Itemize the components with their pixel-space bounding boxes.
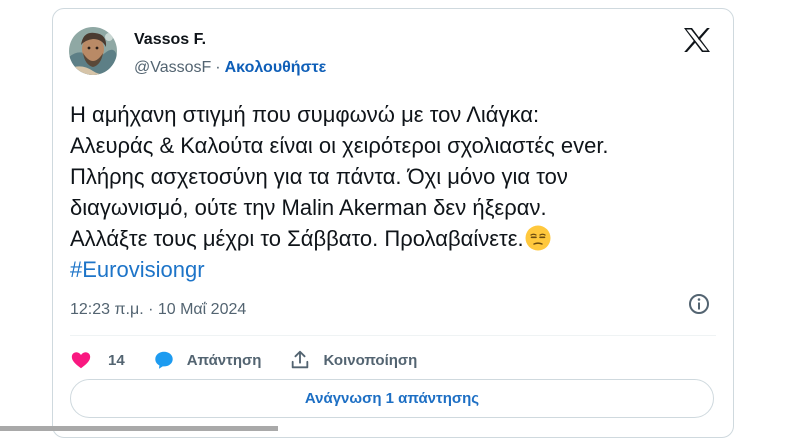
x-logo-icon[interactable] [683,27,711,53]
timestamp-link[interactable]: 12:23 π.μ. · 10 Μαΐ 2024 [70,301,246,319]
unamused-face-emoji [525,225,551,251]
heart-icon [71,352,91,369]
action-bar: 14 Απάντηση Κοινοποίηση [70,343,445,377]
tweet-line: Η αμήχανη στιγμή που συμφωνώ με τον Λιάγ… [70,102,540,127]
share-upload-icon [292,350,309,369]
read-replies-button[interactable]: Ανάγνωση 1 απάντησης [70,379,714,418]
like-count: 14 [108,351,125,369]
avatar-image [69,27,117,75]
reply-button[interactable]: Απάντηση [153,349,262,371]
embedded-tweet-card: Vassos F. @VassosF · Ακολουθήστε Η αμήχανη… [52,8,734,438]
separator-dot: · [215,59,221,76]
hashtag-link[interactable]: #Eurovisiongr [70,254,720,285]
avatar[interactable] [69,27,117,75]
follow-link[interactable]: Ακολουθήστε [225,59,327,76]
divider [70,335,716,336]
reply-label: Απάντηση [186,351,262,369]
share-label: Κοινοποίηση [323,351,418,369]
speech-bubble-icon [154,351,173,369]
author-handle[interactable]: @VassosF [134,59,211,76]
tweet-line-last: Αλλάξτε τους μέχρι το Σάββατο. Προλαβαίν… [70,223,720,254]
tweet-line: Πλήρης ασχετοσύνη για τα πάντα. Όχι μόνο… [70,164,568,189]
share-button[interactable]: Κοινοποίηση [289,349,417,371]
handle-row: @VassosF · Ακολουθήστε [134,59,326,77]
info-icon[interactable] [687,292,711,316]
tweet-line: διαγωνισμό, ούτε την Malin Akerman δεν ή… [70,195,547,220]
author-name[interactable]: Vassos F. [134,31,206,49]
horizontal-scrollbar[interactable] [0,426,278,431]
tweet-line: Αλευράς & Καλούτα είναι οι χειρότεροι σχ… [70,133,609,158]
like-button[interactable]: 14 [70,349,125,371]
tweet-text: Η αμήχανη στιγμή που συμφωνώ με τον Λιάγ… [70,99,720,285]
tweet-line: Αλλάξτε τους μέχρι το Σάββατο. Προλαβαίν… [70,226,524,251]
